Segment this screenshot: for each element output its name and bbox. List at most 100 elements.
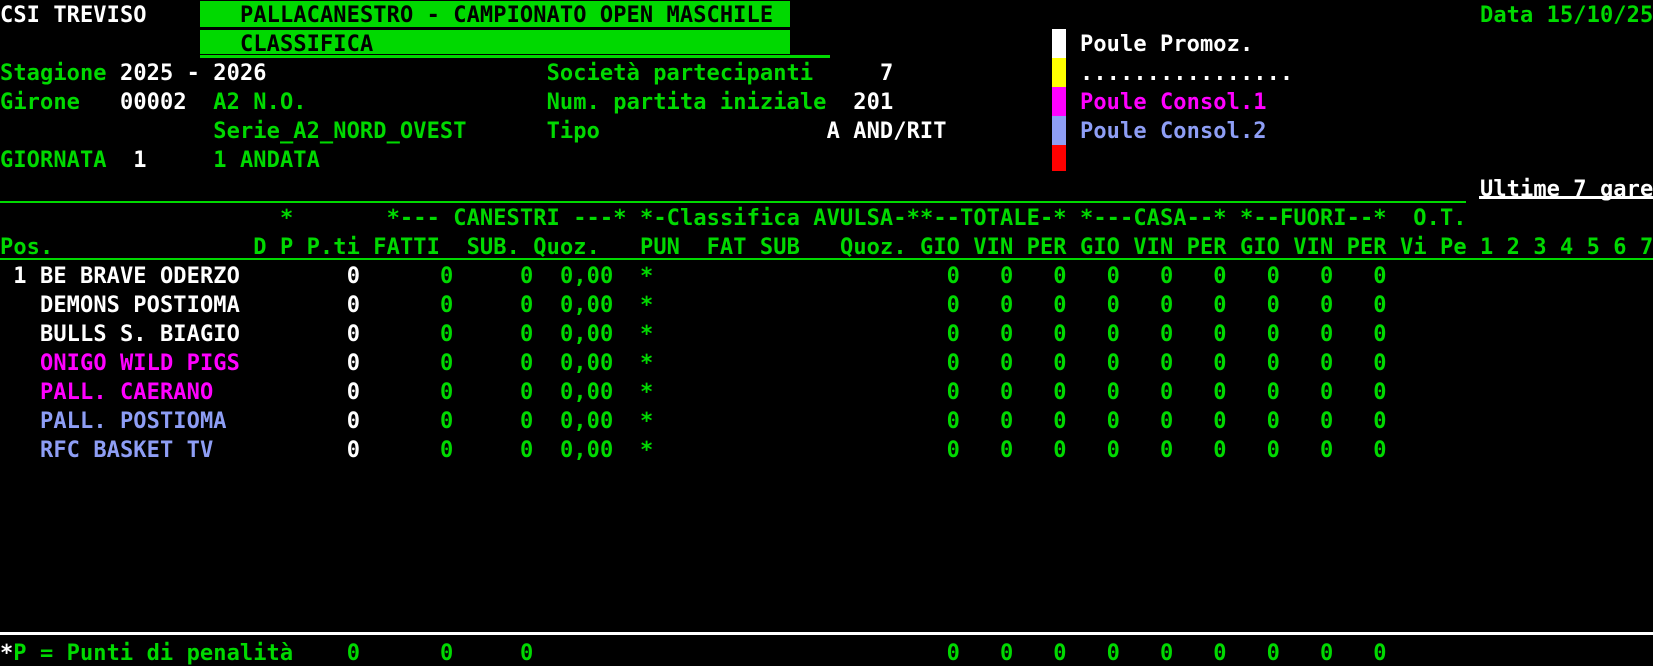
col-pos: Pos. [0, 235, 54, 260]
footer-fatti: 0 [440, 641, 454, 666]
col-vi-pe: Vi Pe [1400, 235, 1467, 260]
partita-value: 201 [853, 90, 894, 115]
legend-label: Poule Promoz. [1080, 32, 1254, 57]
cell-gvp: 0 [1000, 293, 1014, 318]
cell-quoz: 0,00 [560, 409, 614, 434]
cell-gvp: 0 [1053, 409, 1067, 434]
cell-gvp: 0 [1213, 438, 1227, 463]
cell-gvp: 0 [1000, 322, 1014, 347]
cell-gvp: 0 [1160, 322, 1174, 347]
cell-gvp: 0 [1373, 322, 1387, 347]
team-name: DEMONS POSTIOMA [40, 293, 240, 318]
cell-star: * [640, 322, 654, 347]
cell-gvp: 0 [1266, 380, 1280, 405]
cell-sub: 0 [520, 409, 534, 434]
hdr-group-canestri: *--- CANESTRI ---* [386, 206, 627, 231]
cell-gvp: 0 [946, 351, 960, 376]
cell-gvp: 0 [1266, 264, 1280, 289]
cell-gvp: 0 [1373, 380, 1387, 405]
stagione-label: Stagione [0, 61, 107, 86]
cell-fatti: 0 [440, 322, 454, 347]
cell-gvp: 0 [1213, 264, 1227, 289]
col-dp: D P [253, 235, 294, 260]
cell-fatti: 0 [440, 293, 454, 318]
footer-gvp: 0 [1320, 641, 1334, 666]
team-name: PALL. POSTIOMA [40, 409, 227, 434]
footer-note: P = Punti di penalità [13, 641, 294, 666]
cell-gvp: 0 [1373, 409, 1387, 434]
legend-swatch [1052, 145, 1066, 171]
legend-label: Poule Consol.1 [1080, 90, 1267, 115]
cell-gvp: 0 [1053, 380, 1067, 405]
cell-gvp: 0 [946, 264, 960, 289]
cell-star: * [640, 380, 654, 405]
footer-gvp: 0 [1053, 641, 1067, 666]
girone-code: 00002 [120, 90, 187, 115]
girone-serie: Serie_A2_NORD_OVEST [213, 119, 467, 144]
cell-gvp: 0 [1160, 409, 1174, 434]
col-fat-sub: FAT SUB [706, 235, 800, 260]
stagione-value: 2025 - 2026 [120, 61, 267, 86]
cell-gvp: 0 [1106, 438, 1120, 463]
cell-fatti: 0 [440, 380, 454, 405]
cell-gvp: 0 [1000, 351, 1014, 376]
cell-gvp: 0 [1320, 351, 1334, 376]
cell-fatti: 0 [440, 409, 454, 434]
page-title: PALLACANESTRO - CAMPIONATO OPEN MASCHILE [240, 3, 774, 28]
cell-gvp: 0 [1160, 264, 1174, 289]
cell-gvp: 0 [1106, 351, 1120, 376]
cell-gvp: 0 [1373, 351, 1387, 376]
org-name: CSI TREVISO [0, 3, 147, 28]
footer-marker: * [0, 641, 14, 666]
col-pti: P.ti [306, 235, 360, 260]
girone-name: A2 N.O. [213, 90, 307, 115]
cell-gvp: 0 [946, 293, 960, 318]
page-subtitle: CLASSIFICA [240, 32, 374, 57]
footer-gvp: 0 [1106, 641, 1120, 666]
cell-gvp: 0 [1320, 438, 1334, 463]
footer-gvp: 0 [1373, 641, 1387, 666]
cell-gvp: 0 [1373, 293, 1387, 318]
cell-gvp: 0 [1160, 351, 1174, 376]
cell-gvp: 0 [1266, 438, 1280, 463]
footer-gvp: 0 [1213, 641, 1227, 666]
cell-gvp: 0 [1053, 264, 1067, 289]
cell-fatti: 0 [440, 351, 454, 376]
cell-gvp: 0 [1320, 409, 1334, 434]
cell-gvp: 0 [1053, 438, 1067, 463]
tipo-label: Tipo [546, 119, 600, 144]
cell-pti: 0 [346, 409, 361, 434]
giornata-num: 1 [133, 148, 147, 173]
societa-label: Società partecipanti [546, 61, 814, 86]
cell-pti: 0 [346, 438, 361, 463]
footer-gvp: 0 [1160, 641, 1174, 666]
cell-gvp: 0 [1160, 438, 1174, 463]
footer-gvp: 0 [946, 641, 960, 666]
cell-gvp: 0 [1213, 409, 1227, 434]
team-name: RFC BASKET TV [40, 438, 214, 463]
cell-quoz: 0,00 [560, 351, 614, 376]
cell-quoz: 0,00 [560, 322, 614, 347]
cell-star: * [640, 351, 654, 376]
legend-label: Poule Consol.2 [1080, 119, 1267, 144]
cell-gvp: 0 [1000, 264, 1014, 289]
cell-gvp: 0 [1213, 351, 1227, 376]
hdr-group-ot: O.T. [1413, 206, 1467, 231]
giornata-label: GIORNATA [0, 148, 107, 173]
cell-gvp: 0 [1320, 380, 1334, 405]
cell-gvp: 0 [1373, 438, 1387, 463]
cell-gvp: 0 [1213, 380, 1227, 405]
cell-gvp: 0 [1106, 264, 1120, 289]
cell-quoz: 0,00 [560, 293, 614, 318]
cell-pti: 0 [346, 293, 361, 318]
cell-gvp: 0 [1213, 293, 1227, 318]
team-name: PALL. CAERANO [40, 380, 214, 405]
cell-pti: 0 [346, 380, 361, 405]
cell-gvp: 0 [1320, 264, 1334, 289]
cell-gvp: 0 [1266, 351, 1280, 376]
footer-gvp: 0 [1266, 641, 1280, 666]
date-label: Data 15/10/25 [1480, 3, 1653, 28]
banner-underline [200, 55, 830, 58]
societa-value: 7 [880, 61, 894, 86]
row-position: 1 [13, 264, 27, 289]
